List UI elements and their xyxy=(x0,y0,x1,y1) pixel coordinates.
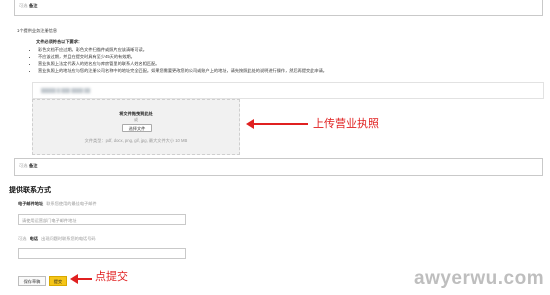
mid-remark-field[interactable]: 可选 备注 xyxy=(14,158,543,176)
phone-input[interactable] xyxy=(18,248,186,259)
arrow-line xyxy=(77,278,92,280)
requirement-item: 营业执照上法定代表人的姓名应与库房管里的联系人姓名相匹配。 xyxy=(38,61,538,66)
phone-label-row: 可选 电话 出现问题时联系您的电话号码 xyxy=(18,236,96,241)
contact-heading: 提供联系方式 xyxy=(9,187,51,194)
submit-button[interactable]: 提交 xyxy=(49,276,67,286)
email-input[interactable]: 请使用运营部门电子邮件地址 xyxy=(18,214,186,225)
top-remark-field[interactable]: 可选 备注 xyxy=(14,0,543,16)
drop-or-text: 或 xyxy=(133,117,139,122)
phone-label: 电话 xyxy=(29,236,38,241)
file-type-hint: 文件类型：pdf, docx, png, gif, jpg, 最大文件大小 10… xyxy=(84,138,188,143)
phone-hint: 出现问题时联系您的电话号码 xyxy=(41,236,96,241)
arrow-line xyxy=(253,123,308,125)
requirement-item: 营业执照上的地址应与您的注册公司名称中的地址完全匹配。如果您需要更改您的公司或账… xyxy=(38,68,538,73)
email-label: 电子邮件地址 xyxy=(18,201,44,206)
drop-text: 将文件拖曳到此处 xyxy=(119,111,153,116)
email-hint: 联系您使用的最佳电子邮件 xyxy=(46,201,97,206)
remark-label: 备注 xyxy=(29,3,38,8)
optional-tag: 可选 xyxy=(19,163,28,168)
watermark: awyerwu.com xyxy=(414,268,545,289)
req-title: 文件必须符合以下要求： xyxy=(36,39,83,44)
optional-tag: 可选 xyxy=(19,3,28,8)
email-label-row: 电子邮件地址 联系您使用的最佳电子邮件 xyxy=(18,201,97,206)
save-draft-button[interactable]: 保存草稿 xyxy=(18,276,46,286)
choose-file-button[interactable]: 选择文件 xyxy=(122,124,152,132)
email-placeholder: 请使用运营部门电子邮件地址 xyxy=(22,218,77,223)
requirement-item: 不应该过期，并且在提交时具有至少45天的有效期。 xyxy=(38,54,538,59)
submit-annotation-label: 点提交 xyxy=(95,271,128,283)
submit-annotation-arrow xyxy=(70,274,92,284)
phone-optional-tag: 可选 xyxy=(18,236,27,241)
requirement-item: 彩色文档不应过期。彩色文件扫描件或照片应该清晰可读。 xyxy=(38,47,538,52)
doc-intro: 1个提供业务注册信息 xyxy=(17,28,58,33)
requirements-list: 彩色文档不应过期。彩色文件扫描件或照片应该清晰可读。 不应该过期，并且在提交时具… xyxy=(28,45,538,75)
file-drop-zone[interactable]: 将文件拖曳到此处 或 选择文件 文件类型：pdf, docx, png, gif… xyxy=(32,99,240,155)
upload-annotation-label: 上传营业执照 xyxy=(313,118,379,130)
uploaded-file-card: █████ █ ███ ████ ██ xyxy=(32,82,544,99)
upload-annotation-arrow xyxy=(246,119,308,129)
remark-label: 备注 xyxy=(29,163,38,168)
uploaded-file-name: █████ █ ███ ████ ██ xyxy=(41,88,91,93)
